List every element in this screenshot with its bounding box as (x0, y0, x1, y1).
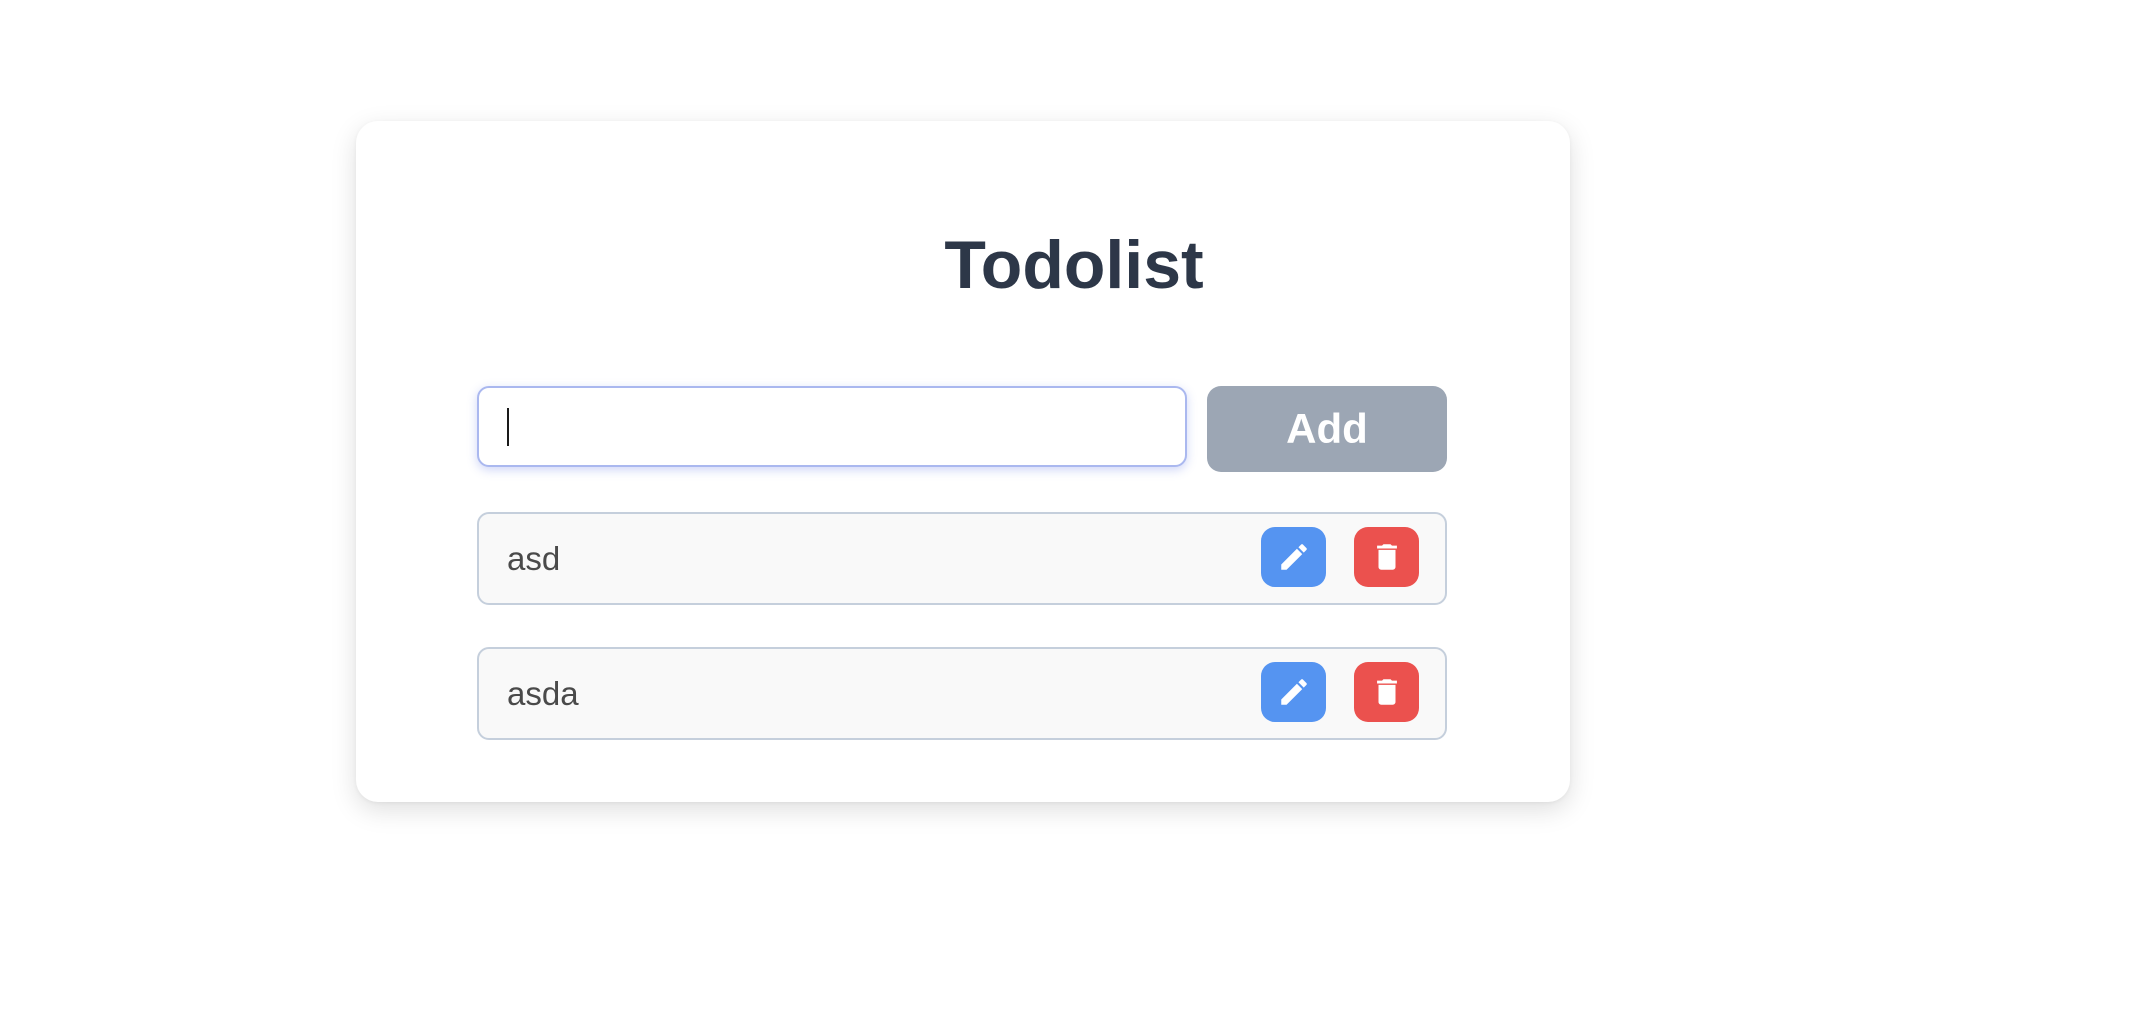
pencil-icon (1277, 675, 1311, 709)
todo-item: asd (477, 512, 1447, 605)
page-title: Todolist (944, 227, 1204, 303)
edit-button[interactable] (1261, 662, 1326, 722)
text-caret (507, 408, 509, 446)
todo-item-text: asd (507, 540, 561, 577)
todo-item-text: asda (507, 675, 579, 712)
add-button[interactable]: Add (1207, 386, 1447, 472)
pencil-icon (1277, 540, 1311, 574)
trash-icon (1370, 540, 1404, 574)
delete-button[interactable] (1354, 662, 1419, 722)
delete-button[interactable] (1354, 527, 1419, 587)
edit-button[interactable] (1261, 527, 1326, 587)
trash-icon (1370, 675, 1404, 709)
todo-item: asda (477, 647, 1447, 740)
todo-input[interactable] (477, 386, 1187, 467)
